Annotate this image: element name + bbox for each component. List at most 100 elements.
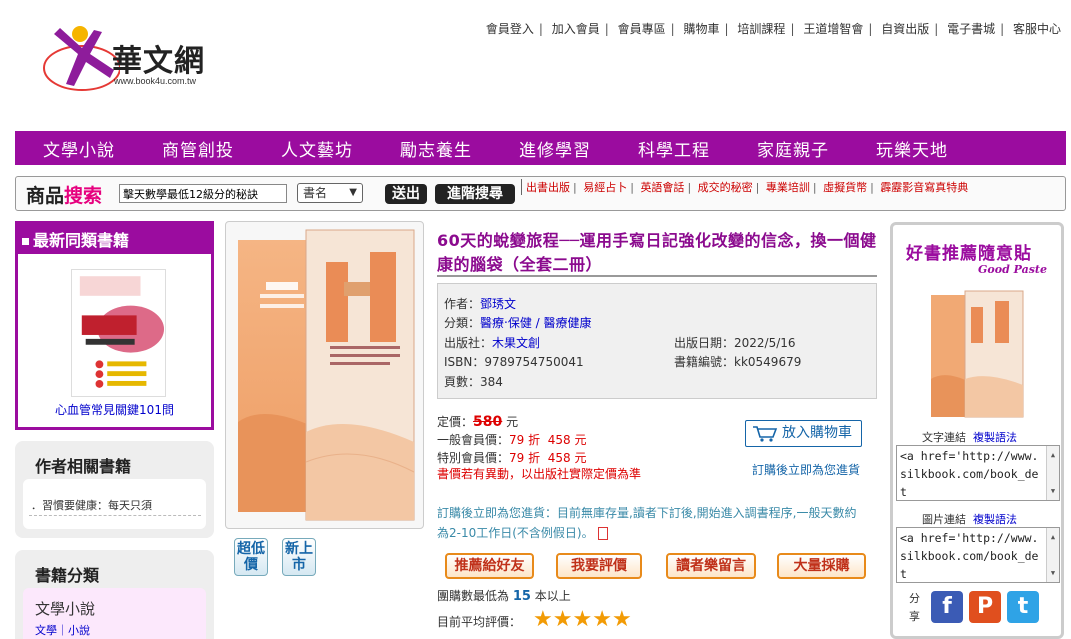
hot-link[interactable]: 虛擬貨幣	[823, 181, 867, 194]
top-link-cart[interactable]: 購物車	[684, 22, 720, 36]
new-book-title[interactable]: 心血管常見關鍵101問	[18, 401, 211, 418]
bullet-icon	[22, 238, 29, 245]
scrollbar[interactable]: ▲ ▼	[1046, 446, 1059, 500]
category-list: 文學小說 文學｜小說	[23, 588, 206, 639]
hot-link[interactable]: 成交的秘密	[698, 181, 753, 194]
add-to-cart-button[interactable]: 放入購物車	[745, 420, 862, 447]
hot-link[interactable]: 英語會話	[640, 181, 684, 194]
hot-link[interactable]: 出書出版	[526, 181, 570, 194]
star-icon: ★	[592, 607, 612, 632]
comment-button[interactable]: 讀者樂留言	[666, 553, 756, 579]
stock-status: 訂購後立即為您進貨：目前無庫存量,讀者下訂後,開始進入調書程序,一般天數約為2-…	[437, 506, 857, 540]
publisher-link[interactable]: 木果文創	[492, 336, 540, 350]
star-rating: ★★★★★	[533, 608, 632, 632]
document-icon[interactable]	[597, 527, 608, 540]
main-nav: 文學小說 商管創投 人文藝坊 勵志養生 進修學習 科學工程 家庭親子 玩樂天地	[15, 131, 1066, 165]
author-books-list: ．習慣要健康：每天只須	[23, 479, 206, 529]
nav-item-business[interactable]: 商管創投	[162, 136, 234, 161]
group-buy-note: 團購數最低為 15 本以上	[437, 589, 571, 604]
rating-label: 目前平均評價：	[437, 615, 522, 629]
star-icon: ★	[552, 607, 573, 632]
share-label: 分享	[909, 592, 920, 623]
author-books-heading: 作者相關書籍	[35, 457, 132, 476]
cart-icon	[753, 426, 778, 442]
image-link-label: 圖片連結 複製語法	[922, 513, 1017, 526]
book-info-box: 作者：鄧琇文 分類：醫療‧保健 / 醫療健康 出版社：木果文創 出版日期：202…	[437, 283, 877, 399]
hot-link[interactable]: 易經占卜	[583, 181, 627, 194]
search-label: 商品搜索	[26, 185, 103, 207]
book-pages: 頁數：384	[444, 375, 503, 389]
scrollbar[interactable]: ▲ ▼	[1046, 528, 1059, 582]
top-link-join[interactable]: 加入會員	[552, 22, 600, 36]
category-link[interactable]: 醫療‧保健 / 醫療健康	[480, 316, 592, 330]
book-cover-frame	[225, 221, 424, 529]
advanced-search-button[interactable]: 進階搜尋	[435, 184, 515, 204]
paste-book-cover[interactable]	[927, 289, 1027, 421]
text-link-code[interactable]: <a href='http://www.silkbook.com/book_de…	[896, 445, 1060, 501]
nav-item-learning[interactable]: 進修學習	[519, 136, 591, 161]
search-type-select[interactable]: 書名 ▼	[297, 183, 363, 203]
list-price: 定價：580 元	[437, 414, 519, 430]
facebook-icon[interactable]: f	[931, 591, 963, 623]
book-pub-date: 出版日期：2022/5/16	[674, 336, 796, 350]
top-link-login[interactable]: 會員登入	[486, 22, 534, 36]
new-books-box: 最新同類書籍 心血管常見關鍵101問	[15, 221, 214, 430]
plurk-icon[interactable]: P	[969, 591, 1001, 623]
book-isbn: ISBN：9789754750041	[444, 355, 584, 369]
top-link-wangdao[interactable]: 王道增智會	[803, 22, 863, 36]
book-title: 60天的蛻變旅程──運用手寫日記強化改變的信念，換一個健康的腦袋（全套二冊）	[437, 231, 877, 274]
copy-text-link[interactable]: 複製語法	[973, 431, 1017, 444]
price-notice: 書價若有異動，以出版社實際定價為準	[437, 467, 642, 481]
star-icon: ★	[572, 607, 593, 632]
good-paste-box: 好書推薦隨意貼 Good Paste 文字連結 複製語法 <a href='ht…	[890, 222, 1064, 639]
hot-links: 出書出版 | 易經占卜 | 英語會話 | 成交的秘密 | 專業培訓 | 虛擬貨幣 | 霹靂影…	[521, 179, 968, 195]
hot-link[interactable]: 霹靂影音寫真特典	[880, 181, 968, 194]
nav-item-health[interactable]: 勵志養生	[400, 136, 472, 161]
search-input[interactable]	[119, 184, 287, 203]
nav-item-science[interactable]: 科學工程	[638, 136, 710, 161]
twitter-icon[interactable]: t	[1007, 591, 1039, 623]
nav-item-family[interactable]: 家庭親子	[757, 136, 829, 161]
author-link[interactable]: 鄧琇文	[480, 297, 516, 311]
category-sub[interactable]: 文學｜小說	[35, 622, 90, 638]
divider	[29, 515, 201, 516]
bulk-purchase-button[interactable]: 大量採購	[777, 553, 866, 579]
hot-link[interactable]: 專業培訓	[766, 181, 810, 194]
category-heading: 書籍分類	[35, 566, 100, 585]
book-code: 書籍編號：kk0549679	[674, 355, 802, 369]
book-cover[interactable]	[226, 222, 425, 530]
book-category: 分類：醫療‧保健 / 醫療健康	[444, 316, 592, 330]
text-link-label: 文字連結 複製語法	[922, 431, 1017, 444]
site-logo[interactable]: 華文網 www.book4u.com.tw	[40, 20, 230, 100]
list-item[interactable]: ．習慣要健康：每天只須	[31, 497, 152, 513]
badge-low-price[interactable]: 超低價	[234, 538, 268, 576]
logo-url: www.book4u.com.tw	[114, 76, 197, 86]
book-author: 作者：鄧琇文	[444, 297, 517, 311]
divider	[437, 275, 877, 277]
top-link-selfpub[interactable]: 自資出版	[881, 22, 929, 36]
author-books-box: 作者相關書籍 ．習慣要健康：每天只須	[15, 441, 214, 538]
top-link-service[interactable]: 客服中心	[1013, 22, 1061, 36]
new-books-heading: 最新同類書籍	[18, 221, 211, 254]
top-link-training[interactable]: 培訓課程	[737, 22, 785, 36]
search-submit-button[interactable]: 送出	[385, 184, 427, 204]
star-icon: ★	[611, 607, 632, 632]
copy-image-link[interactable]: 複製語法	[973, 513, 1017, 526]
review-button[interactable]: 我要評價	[556, 553, 642, 579]
nav-item-fun[interactable]: 玩樂天地	[876, 136, 948, 161]
cart-note: 訂購後立即為您進貨	[752, 463, 861, 477]
top-link-member[interactable]: 會員專區	[618, 22, 666, 36]
book-publisher: 出版社：木果文創	[444, 336, 541, 350]
badge-new-release[interactable]: 新上市	[282, 538, 316, 576]
top-link-ebook[interactable]: 電子書城	[947, 22, 995, 36]
category-main[interactable]: 文學小說	[35, 598, 95, 619]
nav-item-humanities[interactable]: 人文藝坊	[281, 136, 353, 161]
image-link-code[interactable]: <a href='http://www.silkbook.com/book_de…	[896, 527, 1060, 583]
good-paste-subtitle: Good Paste	[978, 263, 1047, 276]
new-book-cover[interactable]	[71, 269, 166, 397]
recommend-friend-button[interactable]: 推薦給好友	[445, 553, 534, 579]
category-box: 書籍分類 文學小說 文學｜小說	[15, 550, 214, 639]
nav-item-literature[interactable]: 文學小說	[43, 136, 115, 161]
good-paste-title: 好書推薦隨意貼	[906, 244, 1032, 264]
logo-name: 華文網	[112, 44, 205, 79]
